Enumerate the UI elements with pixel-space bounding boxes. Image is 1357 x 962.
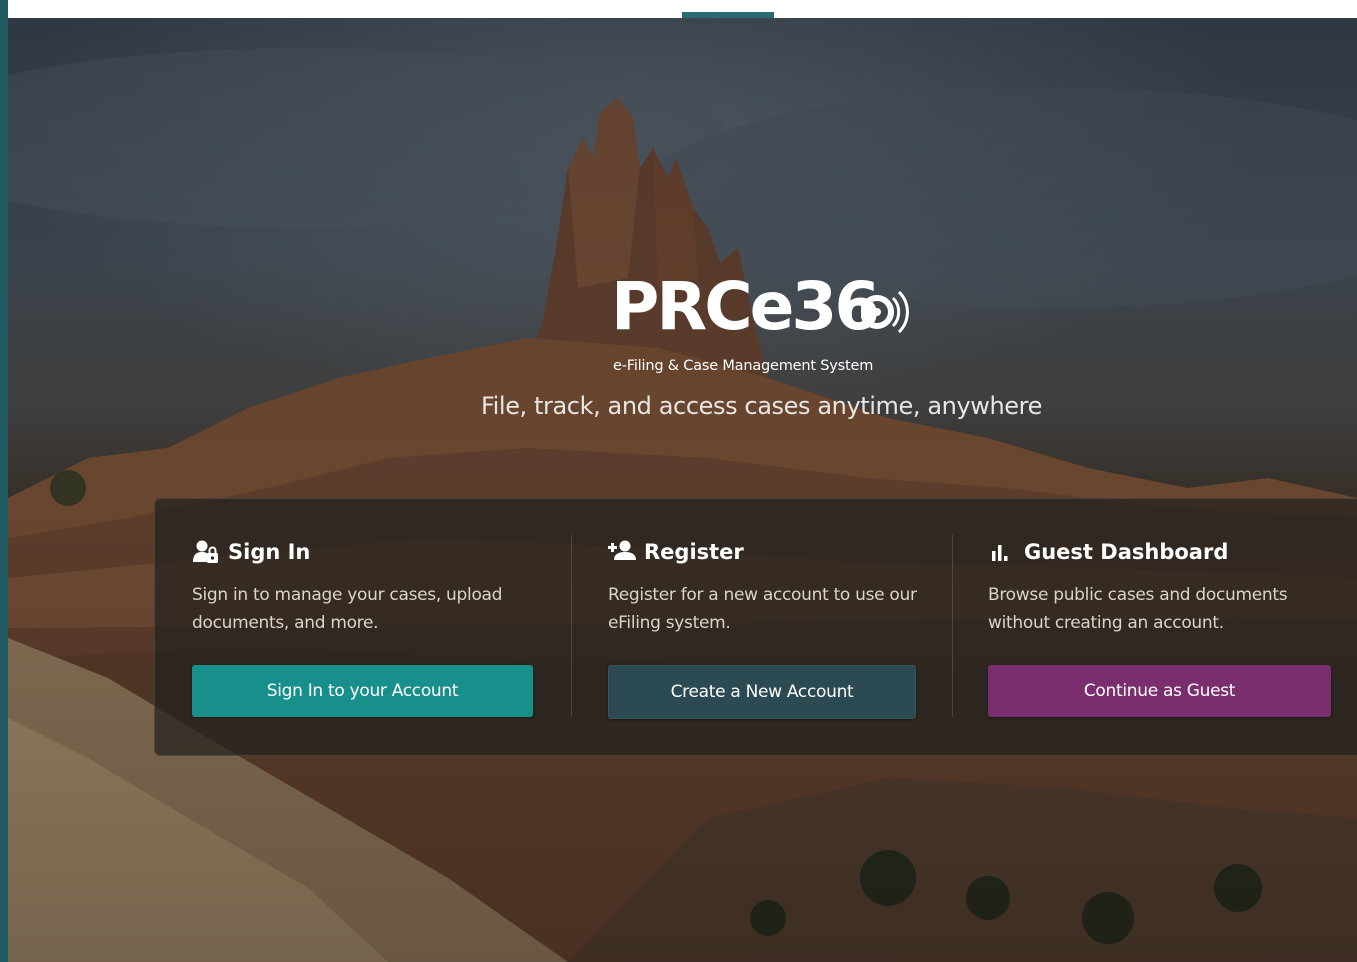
top-bar bbox=[0, 0, 1357, 18]
continue-as-guest-button[interactable]: Continue as Guest bbox=[988, 665, 1331, 717]
brand-subtitle: e-Filing & Case Management System bbox=[613, 358, 874, 374]
guest-heading: Guest Dashboard bbox=[988, 539, 1228, 565]
user-lock-icon bbox=[193, 540, 218, 563]
sign-in-button-label: Sign In to your Account bbox=[266, 681, 459, 701]
logo-text: PRCe36 bbox=[611, 268, 880, 345]
create-account-button[interactable]: Create a New Account bbox=[608, 665, 916, 719]
user-plus-icon bbox=[608, 540, 636, 560]
sign-in-button[interactable]: Sign In to your Account bbox=[192, 665, 533, 717]
register-title: Register bbox=[644, 540, 744, 564]
tagline: File, track, and access cases anytime, a… bbox=[0, 392, 1357, 420]
brand-logo: PRCe36 e-Filing & Case Management System bbox=[603, 272, 923, 382]
tagline-text: File, track, and access cases anytime, a… bbox=[481, 392, 1042, 420]
register-description: Register for a new account to use our eF… bbox=[608, 585, 917, 633]
register-heading: Register bbox=[608, 539, 744, 565]
left-edge bbox=[0, 0, 8, 962]
divider bbox=[571, 535, 572, 717]
sign-in-description: Sign in to manage your cases, upload doc… bbox=[192, 585, 503, 633]
continue-as-guest-button-label: Continue as Guest bbox=[1083, 681, 1236, 701]
guest-title: Guest Dashboard bbox=[1024, 540, 1229, 564]
sign-in-heading: Sign In bbox=[192, 539, 310, 565]
guest-card: Guest Dashboard Browse public cases and … bbox=[988, 499, 1333, 755]
options-panel: Sign In Sign in to manage your cases, up… bbox=[154, 498, 1357, 756]
sign-in-card: Sign In Sign in to manage your cases, up… bbox=[192, 499, 537, 755]
guest-description: Browse public cases and documents withou… bbox=[988, 585, 1288, 633]
register-card: Register Register for a new account to u… bbox=[608, 499, 918, 755]
signal-icon bbox=[861, 290, 909, 334]
sign-in-title: Sign In bbox=[228, 540, 311, 564]
hero-background bbox=[8, 18, 1357, 962]
bar-chart-icon bbox=[992, 545, 1008, 561]
create-account-button-label: Create a New Account bbox=[670, 682, 854, 702]
